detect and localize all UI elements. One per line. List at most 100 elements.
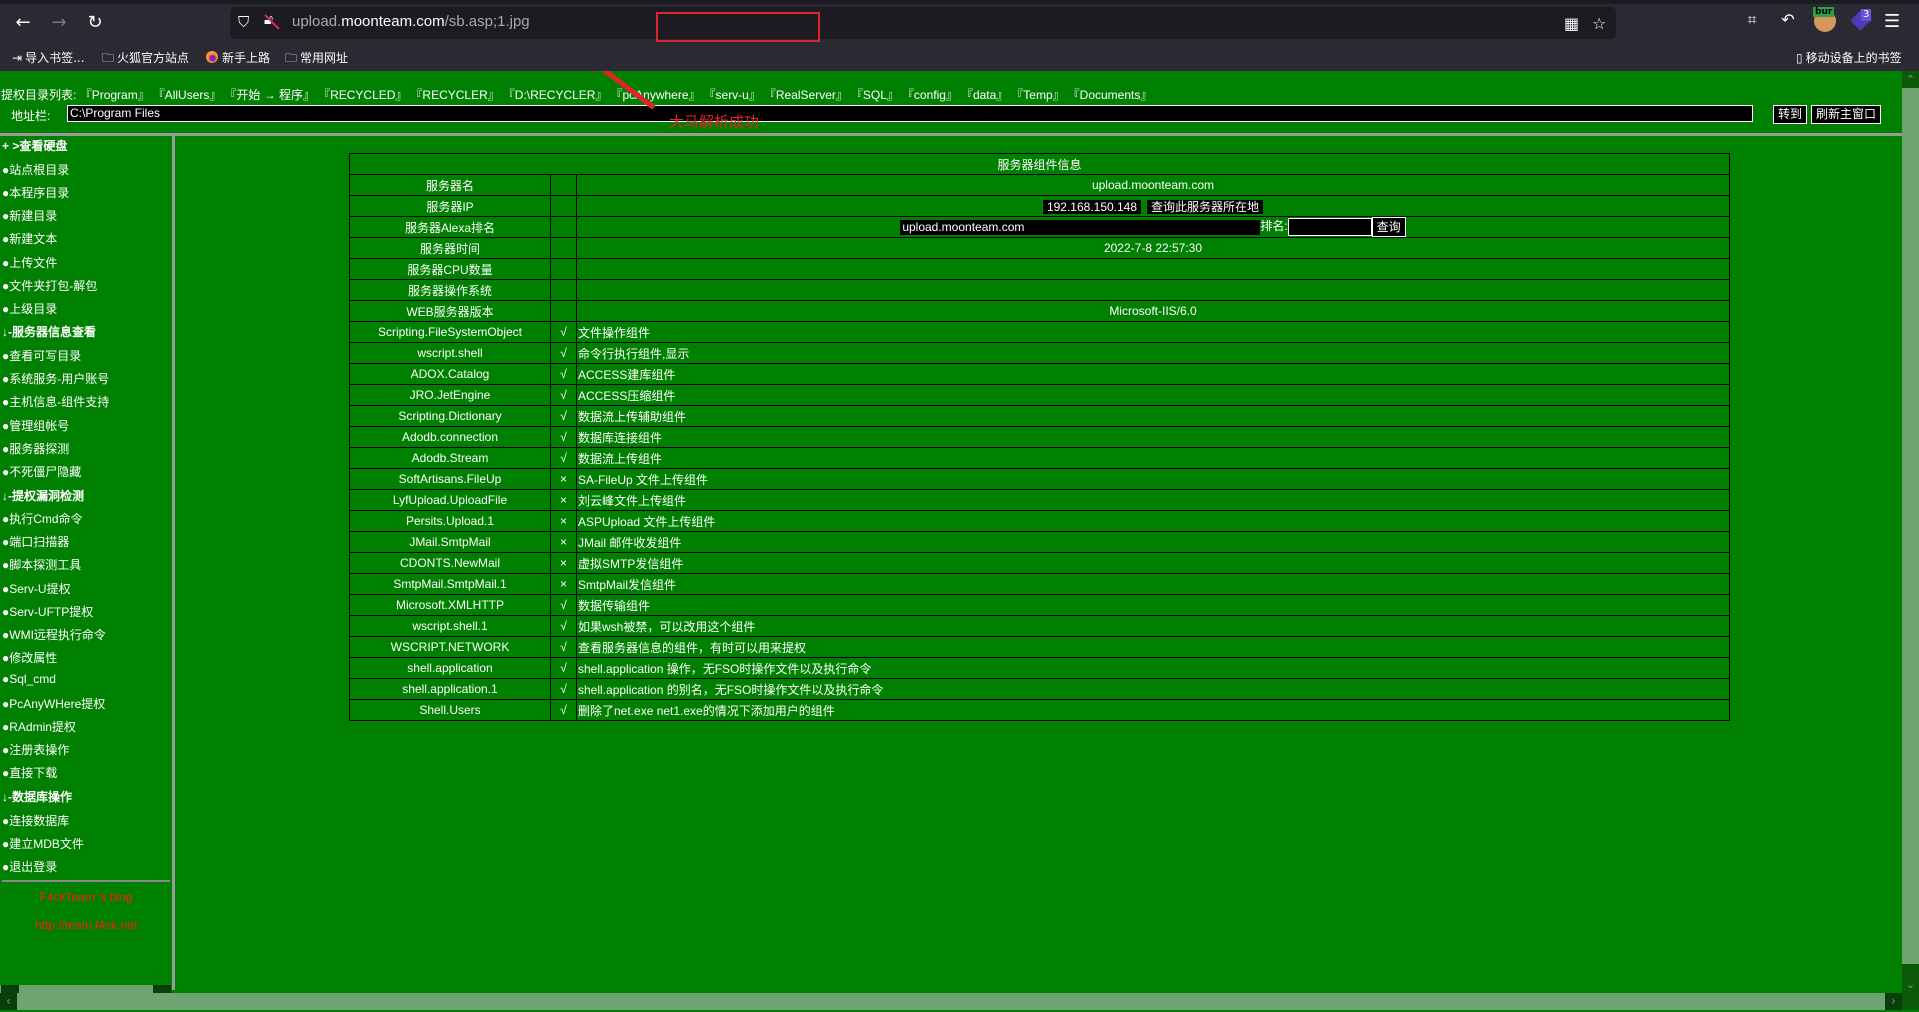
- component-row: Adodb.Stream √ 数据流上传组件: [349, 447, 1730, 469]
- scroll-left-icon[interactable]: [1, 985, 19, 993]
- cpu-count-value: [576, 258, 1730, 280]
- supported-check-icon: √: [550, 657, 577, 679]
- back-button[interactable]: ←: [10, 10, 36, 36]
- row-status: [550, 237, 577, 259]
- sidebar-item[interactable]: ●修改属性: [2, 649, 57, 666]
- address-input[interactable]: C:\Program Files: [67, 105, 1753, 122]
- scroll-right-icon[interactable]: [153, 985, 171, 993]
- alexa-query-button[interactable]: 查询: [1371, 217, 1406, 237]
- sidebar-item[interactable]: ●新建文本: [2, 230, 57, 247]
- sidebar-item[interactable]: ●端口扫描器: [2, 533, 69, 550]
- component-row: Scripting.Dictionary √ 数据流上传辅助组件: [349, 405, 1730, 427]
- sidebar-item[interactable]: ●不死僵尸隐藏: [2, 463, 81, 480]
- sidebar-section-header[interactable]: + >查看硬盘: [2, 137, 67, 154]
- component-description: 删除了net.exe net1.exe的情况下添加用户的组件: [576, 699, 1730, 721]
- bookmark-common-sites[interactable]: 🗀︎ 常用网址: [285, 49, 348, 70]
- component-description: ACCESS建库组件: [576, 363, 1730, 385]
- forward-button[interactable]: →: [46, 10, 72, 36]
- annotation-text: 大马解析成功: [669, 114, 760, 131]
- sidebar-section-header[interactable]: ↓-数据库操作: [2, 788, 72, 805]
- sidebar-item[interactable]: ●上传文件: [2, 254, 57, 271]
- sidebar-item[interactable]: ●Sql_cmd: [2, 672, 56, 686]
- sidebar-item[interactable]: ●服务器探测: [2, 440, 69, 457]
- dir-link[interactable]: 『serv-u』: [710, 88, 761, 102]
- alexa-domain-input[interactable]: upload.moonteam.com: [900, 219, 1261, 235]
- dir-link[interactable]: 『开始 → 程序』: [230, 88, 315, 102]
- horizontal-scrollbar[interactable]: ‹ ›: [0, 993, 1902, 1010]
- frame-divider[interactable]: [172, 136, 175, 990]
- dir-link[interactable]: 『Documents』: [1074, 88, 1153, 102]
- row-label: 服务器Alexa排名: [349, 216, 551, 238]
- annotation-highlight-box: [656, 12, 820, 42]
- sidebar-horizontal-scrollbar[interactable]: [0, 985, 171, 993]
- sidebar-item[interactable]: ●本程序目录: [2, 184, 69, 201]
- component-description: JMail 邮件收发组件: [576, 531, 1730, 553]
- sidebar-item[interactable]: ●主机信息-组件支持: [2, 393, 109, 410]
- bookmark-firefox-site[interactable]: 🗀︎ 火狐官方站点: [102, 49, 189, 70]
- ip-lookup-button[interactable]: 查询此服务器所在地: [1147, 199, 1264, 214]
- sidebar-item[interactable]: ●执行Cmd命令: [2, 510, 83, 527]
- screenshot-crop-icon[interactable]: ⌗: [1740, 10, 1764, 30]
- dir-link[interactable]: 『AllUsers』: [159, 88, 222, 102]
- scroll-right-icon[interactable]: ›: [1885, 993, 1902, 1010]
- server-ip-cell: 192.168.150.148 查询此服务器所在地: [576, 195, 1730, 217]
- sidebar-item[interactable]: ●脚本探测工具: [2, 556, 81, 573]
- sidebar-section-header[interactable]: ↓-提权漏洞检测: [2, 487, 84, 504]
- dir-link[interactable]: 『RECYCLED』: [324, 88, 407, 102]
- sidebar-item[interactable]: ●查看可写目录: [2, 347, 81, 364]
- blog-title-link[interactable]: F4ckTeam 's blog: [0, 890, 172, 904]
- dir-link[interactable]: 『Program』: [80, 88, 150, 102]
- burp-extension-icon[interactable]: bur: [1813, 7, 1836, 32]
- scroll-up-icon[interactable]: ⌃: [1902, 71, 1919, 88]
- reload-button[interactable]: ↻: [82, 10, 108, 36]
- blog-url-link[interactable]: http://team.f4ck.net: [0, 918, 172, 932]
- dir-link[interactable]: 『config』: [908, 88, 958, 102]
- sidebar-item[interactable]: ●注册表操作: [2, 741, 69, 758]
- goto-button[interactable]: 转到: [1773, 105, 1808, 124]
- bookmark-getting-started[interactable]: 新手上路: [206, 49, 270, 66]
- sidebar-item[interactable]: ●PcAnyWHere提权: [2, 695, 105, 712]
- sidebar-item[interactable]: ●新建目录: [2, 207, 57, 224]
- sidebar-item[interactable]: ●上级目录: [2, 300, 57, 317]
- sidebar-item[interactable]: ●站点根目录: [2, 161, 69, 178]
- sidebar-item[interactable]: ●Serv-U提权: [2, 580, 71, 597]
- scroll-down-icon[interactable]: ⌄: [1902, 976, 1919, 993]
- dir-link[interactable]: 『Temp』: [1017, 88, 1064, 102]
- sidebar-item[interactable]: ●系统服务-用户账号: [2, 370, 109, 387]
- row-label: 服务器名: [349, 174, 551, 196]
- vertical-scrollbar[interactable]: ⌃ ⌄: [1902, 71, 1919, 993]
- web-server-value: Microsoft-IIS/6.0: [576, 300, 1730, 322]
- qr-code-icon[interactable]: ▦: [1564, 14, 1579, 33]
- dir-link[interactable]: 『RECYCLER』: [416, 88, 499, 102]
- bookmark-label: 导入书签...: [25, 51, 85, 65]
- scroll-left-icon[interactable]: ‹: [0, 993, 17, 1010]
- insecure-lock-icon[interactable]: 🔓︎: [264, 12, 280, 32]
- sidebar-item[interactable]: ●文件夹打包-解包: [2, 277, 97, 294]
- dir-link[interactable]: 『SQL』: [857, 88, 899, 102]
- sidebar-item[interactable]: ●RAdmin提权: [2, 718, 76, 735]
- sidebar-item[interactable]: ●Serv-UFTP提权: [2, 603, 93, 620]
- sidebar-section-header[interactable]: ↓-服务器信息查看: [2, 323, 96, 340]
- component-description: 数据库连接组件: [576, 426, 1730, 448]
- undo-icon[interactable]: ↶: [1776, 10, 1800, 29]
- sidebar-item[interactable]: ●WMI远程执行命令: [2, 626, 106, 643]
- refresh-main-window-button[interactable]: 刷新主窗口: [1811, 105, 1882, 124]
- sidebar-item[interactable]: ●连接数据库: [2, 812, 69, 829]
- hamburger-menu-icon[interactable]: ☰: [1884, 11, 1900, 32]
- sidebar-item[interactable]: ●建立MDB文件: [2, 835, 84, 852]
- star-bookmark-icon[interactable]: ☆: [1592, 14, 1606, 33]
- shield-icon[interactable]: ⛉: [238, 13, 254, 31]
- component-description: 如果wsh被禁，可以改用这个组件: [576, 615, 1730, 637]
- row-label: WEB服务器版本: [349, 300, 551, 322]
- bookmark-import[interactable]: ⇥ 导入书签...: [12, 49, 85, 66]
- url-text[interactable]: upload.moonteam.com/sb.asp;1.jpg: [292, 13, 530, 30]
- dir-link[interactable]: 『data』: [967, 88, 1008, 102]
- sidebar-item[interactable]: ●管理组帐号: [2, 417, 69, 434]
- dir-link[interactable]: 『RealServer』: [770, 88, 848, 102]
- sidebar-item[interactable]: ●退出登录: [2, 858, 57, 875]
- alexa-rank-input[interactable]: [1287, 218, 1372, 236]
- dir-link[interactable]: 『D:\RECYCLER』: [509, 88, 608, 102]
- bookmark-mobile[interactable]: ▯ 移动设备上的书签: [1796, 49, 1902, 66]
- url-bar[interactable]: ⛉ 🔓︎ upload.moonteam.com/sb.asp;1.jpg ▦ …: [230, 7, 1616, 42]
- sidebar-item[interactable]: ●直接下载: [2, 764, 57, 781]
